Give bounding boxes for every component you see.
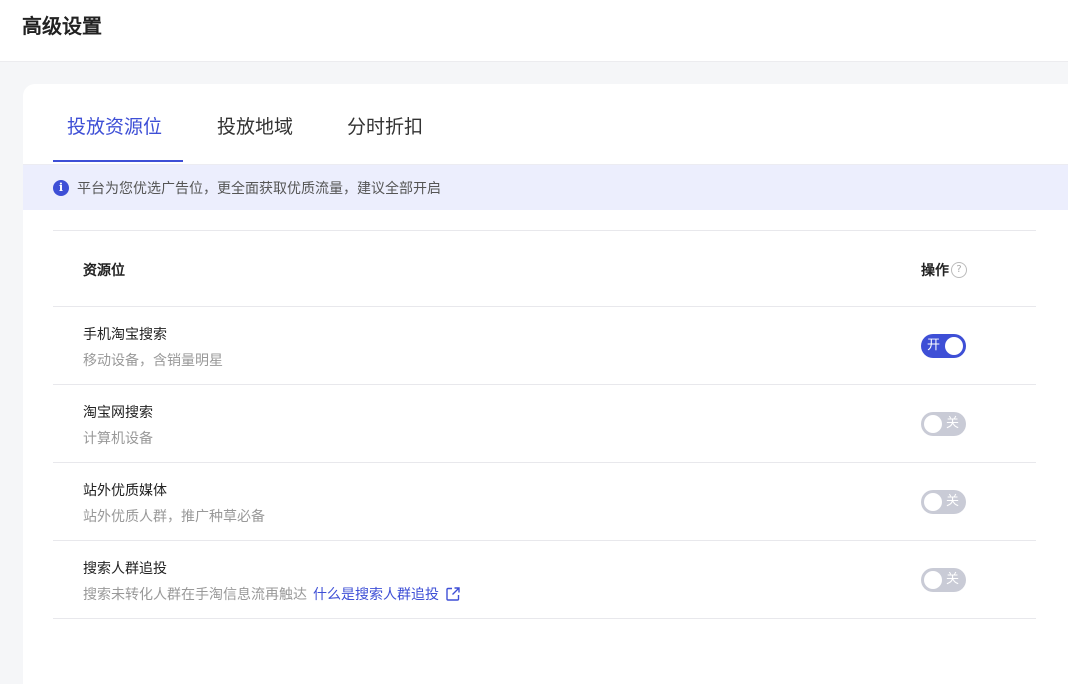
column-header-resource: 资源位 — [83, 263, 125, 279]
row-desc-text: 搜索未转化人群在手淘信息流再触达 — [83, 587, 307, 603]
table-row: 搜索人群追投 搜索未转化人群在手淘信息流再触达 什么是搜索人群追投 关 — [53, 541, 1036, 618]
toggle-switch[interactable]: 关 — [921, 412, 966, 436]
row-desc: 计算机设备 — [83, 428, 153, 448]
column-header-action-label: 操作 — [921, 263, 949, 279]
row-desc: 移动设备，含销量明星 — [83, 350, 223, 370]
toggle-label: 开 — [927, 338, 941, 353]
active-tab-indicator — [53, 160, 183, 162]
toggle-knob — [924, 415, 942, 433]
toggle-label: 关 — [946, 416, 960, 431]
settings-card: 投放资源位 投放地域 分时折扣 i 平台为您优选广告位，更全面获取优质流量，建议… — [23, 84, 1068, 684]
row-desc-text: 站外优质人群，推广种草必备 — [83, 509, 265, 525]
row-desc-text: 移动设备，含销量明星 — [83, 353, 223, 369]
toggle-knob — [945, 337, 963, 355]
notice-text: 平台为您优选广告位，更全面获取优质流量，建议全部开启 — [77, 180, 441, 197]
row-name: 搜索人群追投 — [83, 561, 167, 577]
table-row: 手机淘宝搜索 移动设备，含销量明星 开 — [53, 307, 1036, 384]
row-name: 站外优质媒体 — [83, 483, 167, 499]
info-icon: i — [53, 179, 69, 196]
divider — [53, 618, 1036, 619]
tab-time-discount[interactable]: 分时折扣 — [347, 112, 423, 139]
row-desc: 搜索未转化人群在手淘信息流再触达 什么是搜索人群追投 — [83, 584, 461, 604]
tab-region[interactable]: 投放地域 — [217, 112, 293, 139]
toggle-knob — [924, 571, 942, 589]
resource-table: 资源位 操作 ? 手机淘宝搜索 移动设备，含销量明星 开 淘宝网搜索 计算机设备 — [53, 230, 1036, 619]
table-header: 资源位 操作 ? — [53, 231, 1036, 306]
notice-banner: i 平台为您优选广告位，更全面获取优质流量，建议全部开启 — [23, 165, 1068, 210]
what-is-search-retargeting-link[interactable]: 什么是搜索人群追投 — [313, 584, 439, 604]
page-title: 高级设置 — [22, 14, 102, 38]
row-name: 淘宝网搜索 — [83, 405, 153, 421]
toggle-label: 关 — [946, 494, 960, 509]
column-header-action: 操作 ? — [921, 260, 967, 280]
table-row: 淘宝网搜索 计算机设备 关 — [53, 385, 1036, 462]
toggle-switch[interactable]: 关 — [921, 490, 966, 514]
row-desc: 站外优质人群，推广种草必备 — [83, 506, 265, 526]
toggle-switch[interactable]: 关 — [921, 568, 966, 592]
top-bar: 高级设置 — [0, 0, 1068, 62]
row-desc-text: 计算机设备 — [83, 431, 153, 447]
toggle-label: 关 — [946, 572, 960, 587]
toggle-knob — [924, 493, 942, 511]
toggle-switch[interactable]: 开 — [921, 334, 966, 358]
help-circle-icon[interactable]: ? — [951, 262, 967, 278]
tab-resource-position[interactable]: 投放资源位 — [67, 112, 162, 139]
row-name: 手机淘宝搜索 — [83, 327, 167, 343]
table-row: 站外优质媒体 站外优质人群，推广种草必备 关 — [53, 463, 1036, 540]
external-link-icon[interactable] — [445, 586, 461, 602]
